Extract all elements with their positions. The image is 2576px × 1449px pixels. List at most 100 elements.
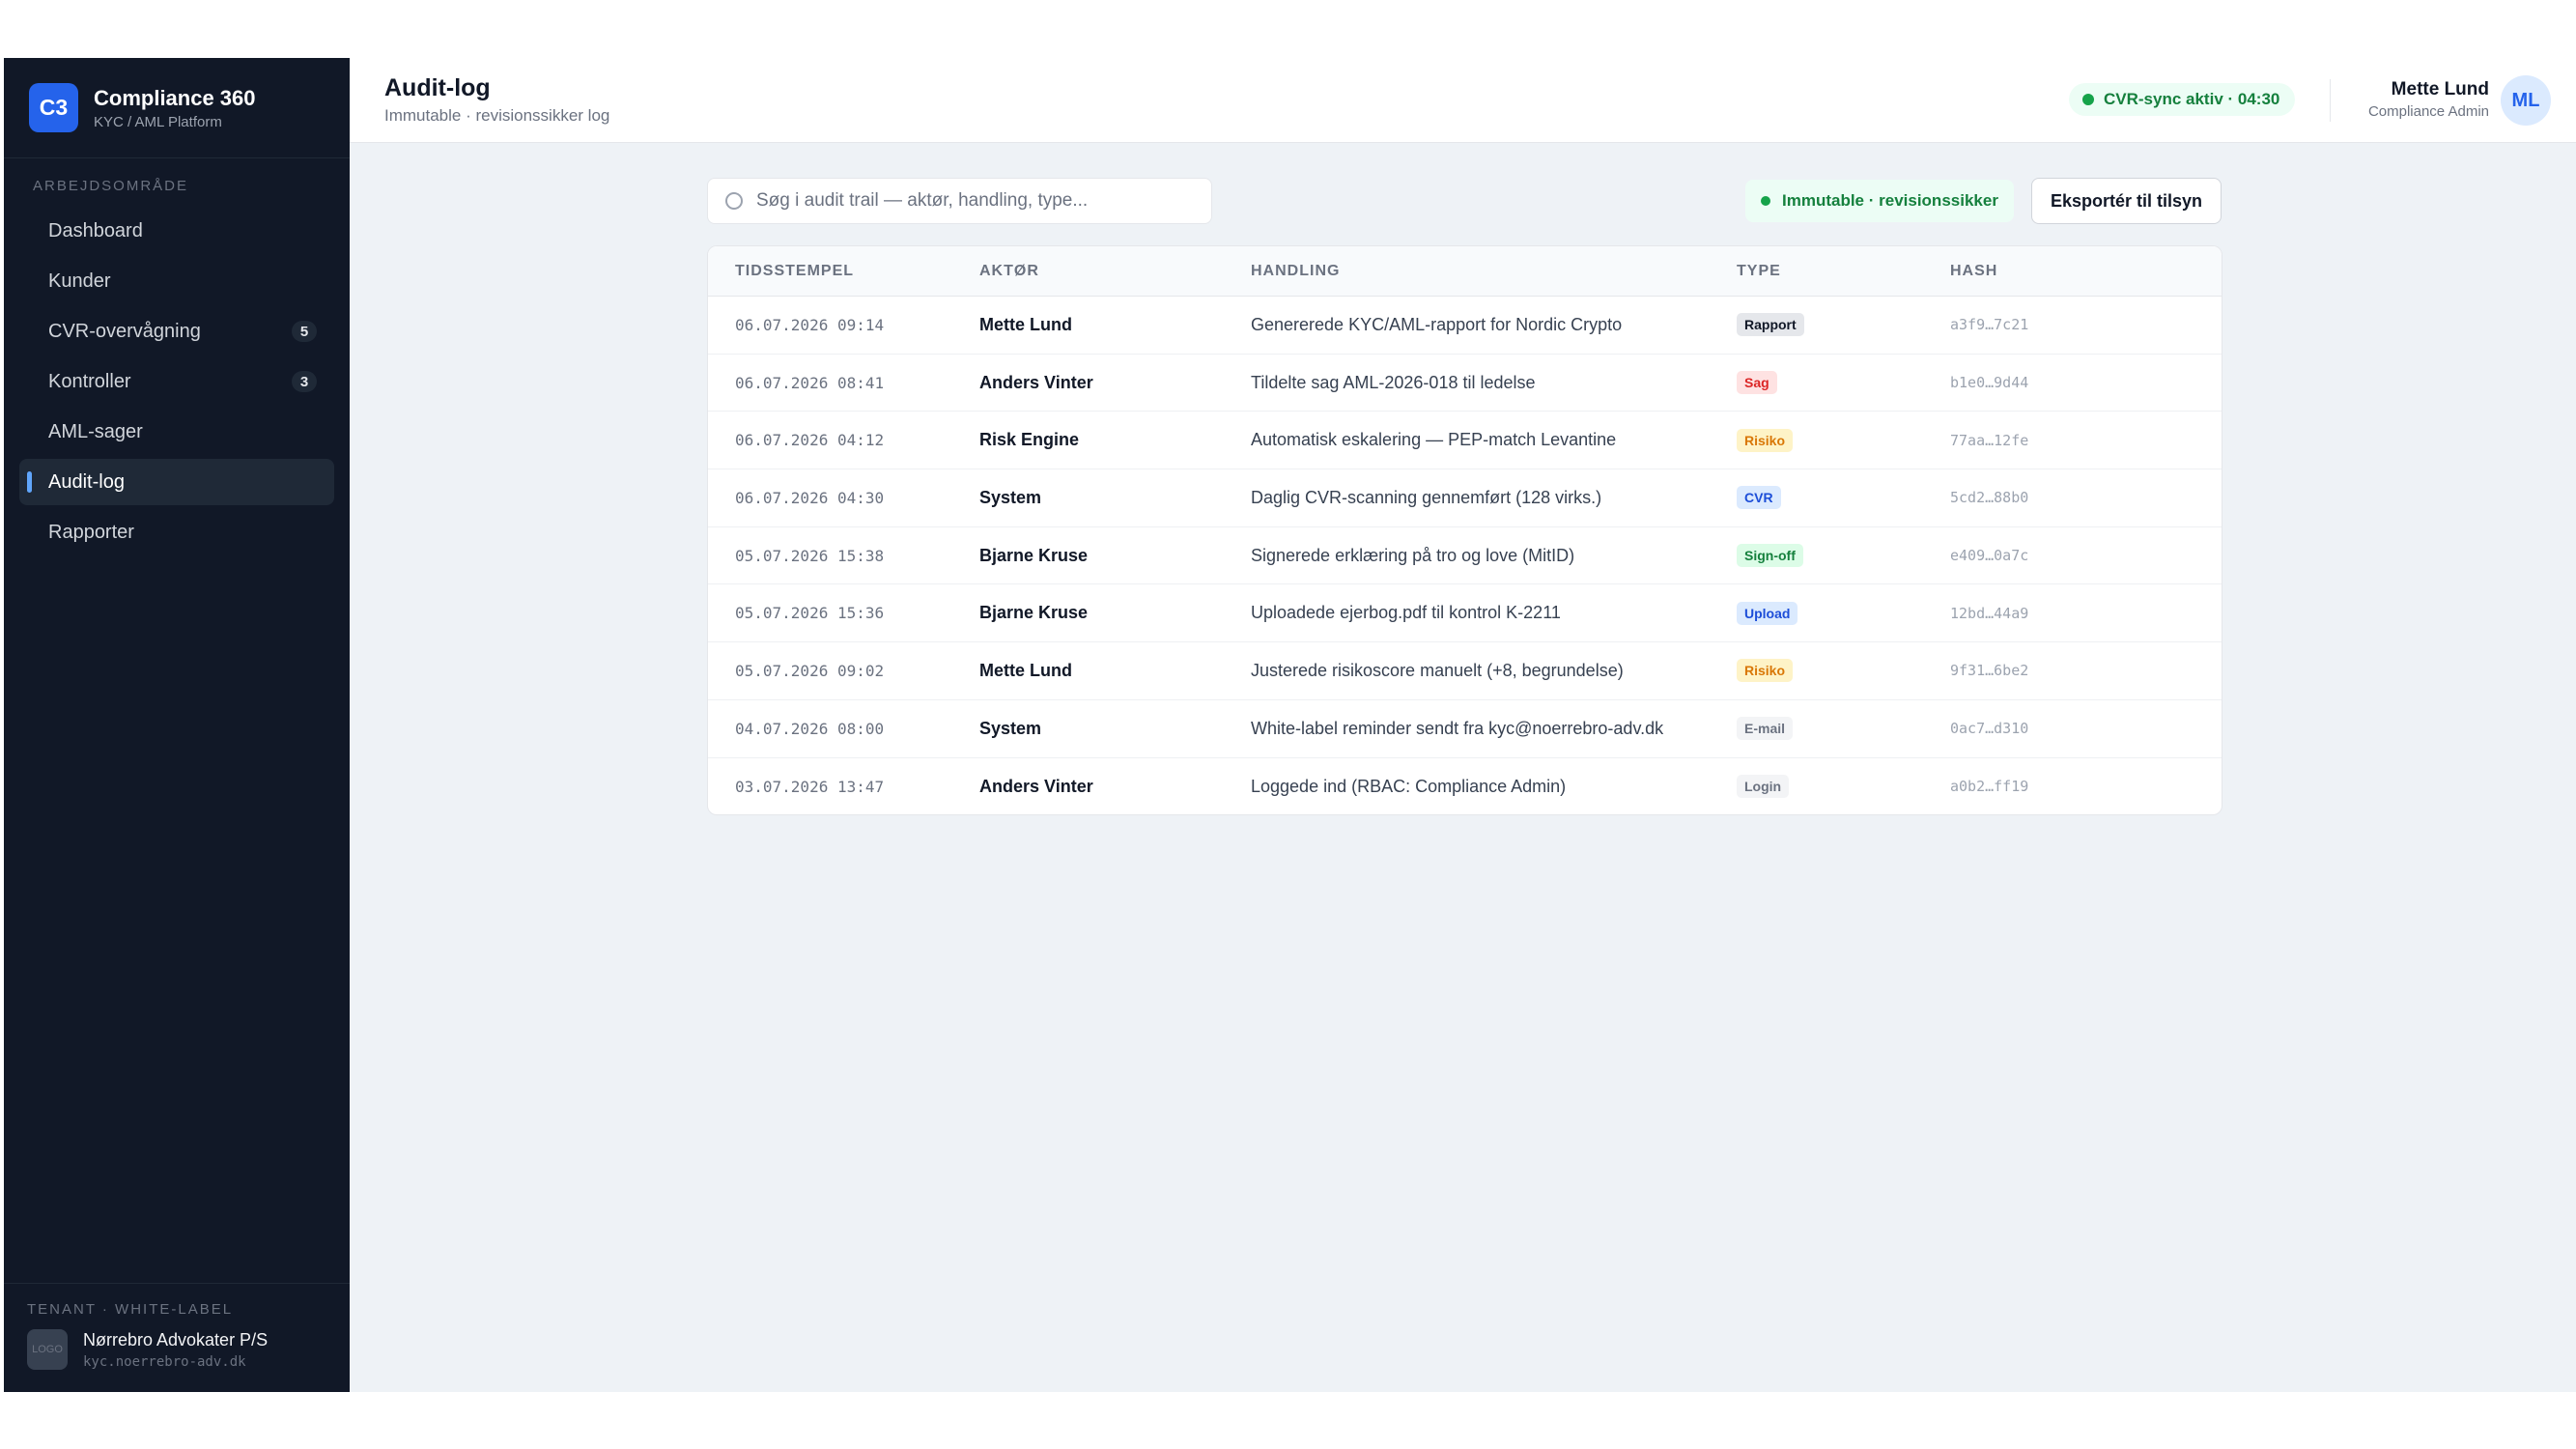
tenant-logo: LOGO [27,1329,68,1370]
column-header-type[interactable]: TYPE [1737,263,1950,280]
audit-table: TIDSSTEMPEL AKTØR HANDLING TYPE HASH 06.… [707,245,2222,815]
sidebar: C3 Compliance 360 KYC / AML Platform ARB… [4,58,350,1392]
tenant-url: kyc.noerrebro-adv.dk [83,1353,246,1370]
table-row[interactable]: 06.07.2026 04:12 Risk Engine Automatisk es… [708,412,2222,470]
user-role: Compliance Admin [2367,103,2489,120]
actor-cell: Anders Vinter [979,776,1093,796]
app-window: C3 Compliance 360 KYC / AML Platform ARB… [4,58,2576,1392]
table-row[interactable]: 06.07.2026 09:14 Mette Lund Genererede KYC… [708,297,2222,355]
sidebar-item-cvr-overv-gning[interactable]: CVR-overvågning 5 [19,308,334,355]
sidebar-nav: Dashboard Kunder CVR-overvågning 5 Kontrolle… [4,208,350,555]
actor-cell: Mette Lund [979,660,1072,680]
hash-cell: b1e0…9d44 [1950,374,2029,392]
brand[interactable]: C3 Compliance 360 KYC / AML Platform [4,58,350,158]
search-box[interactable] [707,178,1212,224]
hash-cell: 9f31…6be2 [1950,662,2029,680]
page-title: Audit-log [384,74,491,101]
timestamp-cell: 06.07.2026 04:12 [735,431,885,450]
actor-cell: Bjarne Kruse [979,545,1089,565]
export-button[interactable]: Eksportér til tilsyn [2031,178,2222,224]
actor-cell: Anders Vinter [979,372,1093,392]
table-row[interactable]: 05.07.2026 15:36 Bjarne Kruse Uploadede ej… [708,584,2222,643]
sidebar-item-label: CVR-overvågning [48,320,201,342]
table-row[interactable]: 04.07.2026 08:00 System White-label remind… [708,700,2222,758]
timestamp-cell: 06.07.2026 09:14 [735,315,885,334]
table-row[interactable]: 05.07.2026 09:02 Mette Lund Justerede risi… [708,642,2222,700]
cvr-sync-status: CVR-sync aktiv · 04:30 [2069,83,2296,116]
table-row[interactable]: 05.07.2026 15:38 Bjarne Kruse Signerede er… [708,527,2222,585]
table-body: 06.07.2026 09:14 Mette Lund Genererede KYC… [708,297,2222,815]
type-cell: Sag [1737,371,1950,395]
status-dot-icon [2082,94,2094,105]
sidebar-item-dashboard[interactable]: Dashboard [19,208,334,254]
type-badge: Upload [1737,601,1798,625]
user-name: Mette Lund [2391,79,2489,99]
actor-cell: Risk Engine [979,430,1080,450]
type-cell: Risiko [1737,428,1950,452]
timestamp-cell: 05.07.2026 15:36 [735,604,885,623]
user-menu[interactable]: Mette Lund Compliance Admin [2368,79,2489,120]
type-cell: Login [1737,775,1950,799]
hash-cell: a3f9…7c21 [1950,316,2029,334]
type-cell: Upload [1737,601,1950,625]
immutable-badge: Immutable · revisionssikker [1745,180,2014,222]
type-badge: E-mail [1737,717,1794,741]
type-badge: Sign-off [1737,544,1803,568]
type-cell: E-mail [1737,717,1950,741]
tenant-name: Nørrebro Advokater P/S [83,1329,269,1350]
topbar-divider [2330,79,2331,122]
cvr-sync-label: CVR-sync aktiv · 04:30 [2104,90,2280,108]
sidebar-item-audit-log[interactable]: Audit-log [19,459,334,505]
workspace-section-label: ARBEJDSOMRÅDE [33,178,189,194]
timestamp-cell: 03.07.2026 13:47 [735,777,885,796]
type-badge: Login [1737,775,1790,799]
timestamp-cell: 06.07.2026 04:30 [735,488,885,507]
action-cell: Tildelte sag AML-2026-018 til ledelse [1251,372,1536,392]
sidebar-item-label: Dashboard [48,219,143,242]
action-cell: Automatisk eskalering — PEP-match Levant… [1251,430,1617,450]
brand-logo: C3 [29,83,78,132]
page-subtitle: Immutable · revisionssikker log [384,106,610,125]
search-icon [725,192,743,210]
action-cell: Loggede ind (RBAC: Compliance Admin) [1251,776,1567,796]
brand-subtitle: KYC / AML Platform [94,113,222,130]
actor-cell: Mette Lund [979,314,1072,334]
tenant-panel: TENANT · WHITE-LABEL LOGO Nørrebro Advok… [4,1283,350,1392]
column-header-hash[interactable]: HASH [1950,263,2222,280]
timestamp-cell: 06.07.2026 08:41 [735,373,885,392]
column-header-timestamp[interactable]: TIDSSTEMPEL [708,263,979,280]
hash-cell: 12bd…44a9 [1950,604,2029,622]
type-badge: Rapport [1737,313,1804,337]
sidebar-item-rapporter[interactable]: Rapporter [19,509,334,555]
sidebar-item-label: Audit-log [48,470,125,493]
column-header-actor[interactable]: AKTØR [979,263,1251,280]
timestamp-cell: 05.07.2026 09:02 [735,661,885,680]
immutable-label: Immutable · revisionssikker [1782,191,1998,210]
column-header-action[interactable]: HANDLING [1251,263,1737,280]
sidebar-item-label: Kunder [48,270,111,292]
sidebar-item-aml-sager[interactable]: AML-sager [19,409,334,455]
topbar: Audit-log Immutable · revisionssikker lo… [350,58,2576,143]
avatar[interactable]: ML [2501,75,2551,126]
actor-cell: Bjarne Kruse [979,603,1089,623]
table-row[interactable]: 06.07.2026 04:30 System Daglig CVR-scannin… [708,469,2222,527]
actor-cell: System [979,487,1042,507]
hash-cell: 0ac7…d310 [1950,720,2029,738]
table-row[interactable]: 03.07.2026 13:47 Anders Vinter Loggede ind… [708,758,2222,815]
main-content: Audit-log Immutable · revisionssikker lo… [350,58,2576,1392]
action-cell: Daglig CVR-scanning gennemført (128 virk… [1251,487,1602,507]
type-cell: Rapport [1737,313,1950,337]
sidebar-item-kunder[interactable]: Kunder [19,258,334,304]
sidebar-item-label: AML-sager [48,420,143,442]
hash-cell: a0b2…ff19 [1950,778,2029,796]
brand-title: Compliance 360 [94,85,256,110]
search-input[interactable] [756,190,1181,212]
nav-count-badge: 3 [292,371,317,392]
table-header: TIDSSTEMPEL AKTØR HANDLING TYPE HASH [708,246,2222,297]
type-badge: CVR [1737,486,1781,510]
nav-count-badge: 5 [292,321,317,342]
table-row[interactable]: 06.07.2026 08:41 Anders Vinter Tildelte sa… [708,355,2222,412]
hash-cell: e409…0a7c [1950,547,2029,565]
type-badge: Risiko [1737,428,1794,452]
sidebar-item-kontroller[interactable]: Kontroller 3 [19,358,334,405]
